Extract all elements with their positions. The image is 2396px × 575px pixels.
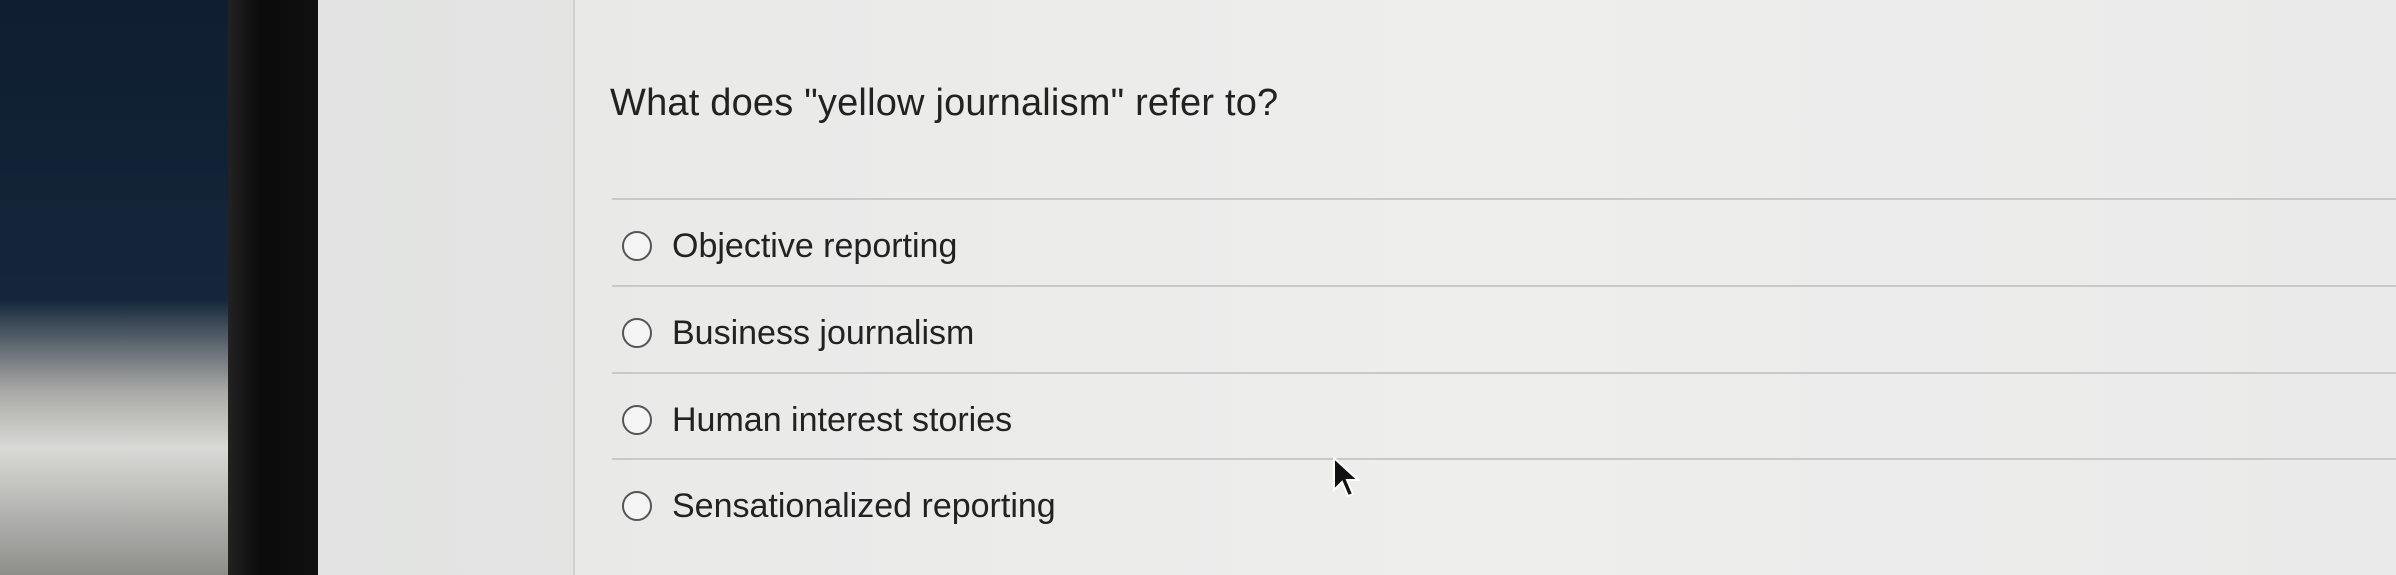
question-text: What does "yellow journalism" refer to? — [610, 82, 1279, 124]
option-business-journalism[interactable]: Business journalism — [622, 303, 974, 363]
option-label: Objective reporting — [672, 226, 958, 265]
radio-button[interactable] — [622, 318, 652, 348]
divider — [612, 285, 2396, 287]
radio-button[interactable] — [622, 405, 652, 435]
divider — [612, 198, 2396, 200]
option-label: Sensationalized reporting — [672, 486, 1056, 525]
option-human-interest-stories[interactable]: Human interest stories — [622, 390, 1012, 450]
option-label: Business journalism — [672, 313, 975, 352]
radio-button[interactable] — [622, 231, 652, 261]
option-label: Human interest stories — [672, 400, 1013, 439]
divider — [612, 458, 2396, 460]
divider — [612, 372, 2396, 374]
option-objective-reporting[interactable]: Objective reporting — [622, 216, 957, 276]
option-sensationalized-reporting[interactable]: Sensationalized reporting — [622, 476, 1056, 536]
background-scene — [0, 0, 250, 575]
mouse-cursor-icon — [1333, 456, 1361, 498]
radio-button[interactable] — [622, 491, 652, 521]
